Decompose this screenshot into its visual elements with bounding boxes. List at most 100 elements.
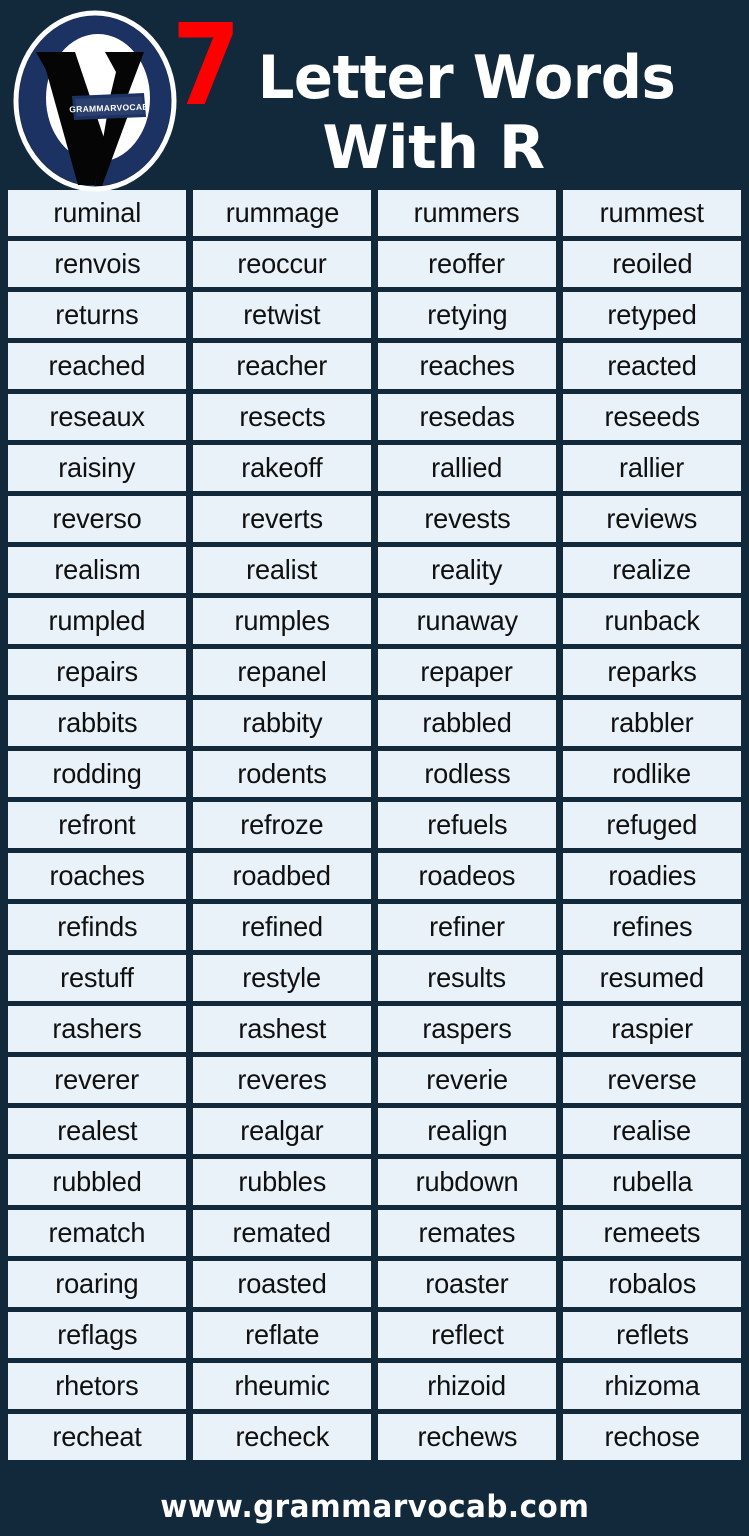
word-text: remeets [603,1217,701,1248]
word-cell: rakeoff [193,445,371,491]
word-length-number: 7 [172,1,241,131]
word-cell: refuels [378,802,556,848]
word-cell: runback [563,598,741,644]
word-cell: revests [378,496,556,542]
word-text: rubella [611,1166,693,1197]
word-cell: rodless [378,751,556,797]
title-line-1: Letter Words [257,43,676,113]
word-text: rabbity [241,707,323,738]
word-cell: roaches [8,853,186,899]
word-cell: resects [193,394,371,440]
poster-title: 7 Letter Words With R [172,8,749,178]
word-text: repanel [237,656,327,687]
word-text: reviews [606,503,698,534]
word-text: refiner [429,911,505,942]
word-text: runback [604,605,700,636]
word-cell: rabbits [8,700,186,746]
word-text: rematch [48,1217,146,1248]
word-cell: rematch [8,1210,186,1256]
word-text: ruminal [53,197,141,228]
word-text: rodents [237,758,327,789]
brand-logo: GRAMMARVOCAB [12,10,178,192]
word-grid: ruminal rummage rummers rummest renvois reocc… [0,190,749,1460]
word-text: resects [238,401,326,432]
word-cell: reaches [378,343,556,389]
word-text: realgar [240,1115,324,1146]
word-cell: rodding [8,751,186,797]
word-text: roadbed [232,860,332,891]
word-text: reoiled [611,248,693,279]
word-cell: rhizoid [378,1363,556,1409]
word-cell: realize [563,547,741,593]
word-cell: raspier [563,1006,741,1052]
word-text: repairs [56,656,138,687]
word-cell: reveres [193,1057,371,1103]
word-cell: remeets [563,1210,741,1256]
word-cell: rumpled [8,598,186,644]
word-cell: reparks [563,649,741,695]
word-text: reseaux [49,401,145,432]
word-cell: restuff [8,955,186,1001]
word-cell: roaster [378,1261,556,1307]
word-text: reoffer [428,248,506,279]
word-text: rhizoma [604,1370,700,1401]
word-text: refinds [56,911,138,942]
word-text: reverie [426,1064,508,1095]
word-cell: refined [193,904,371,950]
word-cell: rubella [563,1159,741,1205]
word-cell: rallied [378,445,556,491]
word-cell: retying [378,292,556,338]
word-cell: results [378,955,556,1001]
word-text: realize [612,554,692,585]
word-cell: reverer [8,1057,186,1103]
word-text: revests [423,503,511,534]
word-cell: reverso [8,496,186,542]
word-text: rakeoff [241,452,323,483]
word-text: realist [246,554,318,585]
word-text: refines [611,911,693,942]
word-text: retying [426,299,508,330]
word-text: reparks [607,656,697,687]
word-cell: resumed [563,955,741,1001]
word-cell: repanel [193,649,371,695]
word-text: rubbled [52,1166,142,1197]
word-cell: rumples [193,598,371,644]
word-text: reflect [430,1319,504,1350]
word-text: rhizoid [427,1370,507,1401]
word-cell: restyle [193,955,371,1001]
word-cell: refinds [8,904,186,950]
word-text: resumed [599,962,705,993]
word-cell: repairs [8,649,186,695]
word-text: rubdown [415,1166,519,1197]
word-text: reverts [241,503,323,534]
word-cell: reacted [563,343,741,389]
word-cell: realism [8,547,186,593]
word-cell: refuged [563,802,741,848]
word-text: remates [418,1217,516,1248]
word-text: rechews [417,1421,517,1452]
word-text: retyped [607,299,697,330]
word-text: rabbled [422,707,512,738]
word-text: rechose [604,1421,700,1452]
word-text: rumples [234,605,330,636]
word-cell: reacher [193,343,371,389]
word-cell: raisiny [8,445,186,491]
word-cell: reverie [378,1057,556,1103]
word-text: reverso [52,503,142,534]
word-cell: reached [8,343,186,389]
poster-footer: www.grammarvocab.com [0,1478,749,1536]
word-cell: remates [378,1210,556,1256]
word-cell: rodlike [563,751,741,797]
word-cell: refront [8,802,186,848]
word-text: raspers [422,1013,512,1044]
word-cell: ruminal [8,190,186,236]
word-cell: realest [8,1108,186,1154]
word-cell: returns [8,292,186,338]
word-cell: rhizoma [563,1363,741,1409]
word-text: roadeos [418,860,516,891]
word-list-poster: GRAMMARVOCAB 7 Letter Words With R rumin… [0,0,749,1536]
word-cell: reverts [193,496,371,542]
word-text: robalos [608,1268,696,1299]
word-cell: robalos [563,1261,741,1307]
word-text: realign [426,1115,508,1146]
